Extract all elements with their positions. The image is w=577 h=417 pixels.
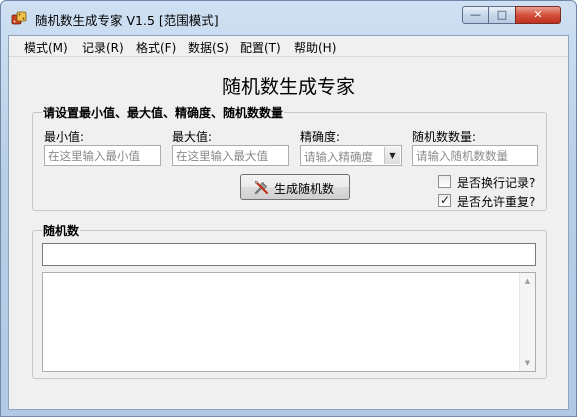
results-group-caption: 随机数 bbox=[42, 222, 81, 239]
title-bar[interactable]: 随机数生成专家 V1.5 [范围模式] — □ ✕ bbox=[1, 1, 576, 35]
chevron-down-icon[interactable]: ▼ bbox=[384, 147, 400, 164]
menu-mode[interactable]: 模式(M) bbox=[24, 39, 68, 56]
tools-icon bbox=[254, 180, 269, 195]
newline-record-checkbox[interactable] bbox=[438, 175, 451, 188]
min-input[interactable] bbox=[44, 145, 161, 166]
scroll-down-icon[interactable]: ▼ bbox=[520, 355, 535, 371]
results-group: 随机数 ▲ ▼ bbox=[32, 222, 547, 379]
check-icon: ✓ bbox=[440, 193, 451, 207]
minimize-button[interactable]: — bbox=[462, 6, 489, 24]
vertical-scrollbar[interactable]: ▲ ▼ bbox=[519, 273, 535, 371]
maximize-button[interactable]: □ bbox=[489, 6, 515, 24]
max-label: 最大值: bbox=[172, 130, 213, 144]
settings-group-caption: 请设置最小值、最大值、精确度、随机数数量 bbox=[42, 104, 285, 121]
page-title: 随机数生成专家 bbox=[221, 76, 355, 98]
window-title: 随机数生成专家 V1.5 [范围模式] bbox=[35, 13, 219, 28]
client-area: 模式(M) 记录(R) 格式(F) 数据(S) 配置(T) 帮助(H) 随机数生… bbox=[8, 35, 569, 410]
precision-label: 精确度: bbox=[300, 130, 341, 144]
min-label: 最小值: bbox=[44, 130, 85, 144]
close-button[interactable]: ✕ bbox=[515, 6, 561, 24]
count-label: 随机数数量: bbox=[412, 130, 477, 144]
game-dice-icon bbox=[11, 11, 27, 25]
menu-data[interactable]: 数据(S) bbox=[188, 39, 229, 56]
precision-select-value: 请输入精确度 bbox=[304, 150, 373, 164]
precision-select[interactable]: 请输入精确度 ▼ bbox=[300, 145, 402, 166]
count-input[interactable] bbox=[412, 145, 538, 166]
generate-button-label: 生成随机数 bbox=[274, 182, 335, 196]
current-random-input[interactable] bbox=[42, 243, 536, 266]
menu-help[interactable]: 帮助(H) bbox=[294, 39, 336, 56]
allow-repeat-checkbox[interactable]: ✓ bbox=[438, 193, 451, 207]
scroll-up-icon[interactable]: ▲ bbox=[520, 273, 535, 289]
menu-config[interactable]: 配置(T) bbox=[240, 39, 281, 56]
max-input[interactable] bbox=[172, 145, 289, 166]
random-list-textarea[interactable]: ▲ ▼ bbox=[42, 272, 536, 372]
menu-bar: 模式(M) 记录(R) 格式(F) 数据(S) 配置(T) 帮助(H) bbox=[9, 36, 568, 57]
allow-repeat-label[interactable]: 是否允许重复? bbox=[457, 193, 535, 210]
menu-format[interactable]: 格式(F) bbox=[136, 39, 176, 56]
newline-record-label[interactable]: 是否换行记录? bbox=[457, 174, 535, 191]
app-window: 随机数生成专家 V1.5 [范围模式] — □ ✕ 模式(M) 记录(R) 格式… bbox=[0, 0, 577, 417]
settings-group: 请设置最小值、最大值、精确度、随机数数量 最小值: 最大值: 精确度: 请输入精… bbox=[32, 104, 547, 211]
generate-button[interactable]: 生成随机数 bbox=[240, 174, 350, 200]
menu-record[interactable]: 记录(R) bbox=[82, 39, 124, 56]
